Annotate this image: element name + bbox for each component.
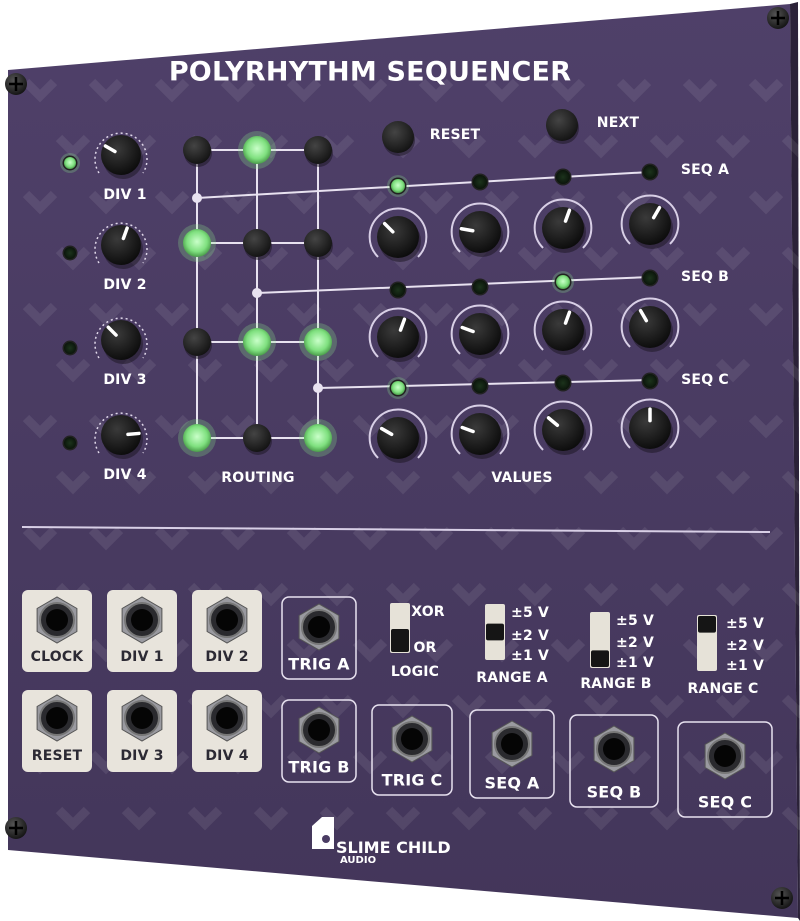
routing-button-r1-c2[interactable] bbox=[238, 131, 276, 169]
seq-1-step-1-led bbox=[387, 175, 409, 197]
seq-2-step-3-led bbox=[552, 271, 574, 293]
label-seq-b-out: SEQ B bbox=[586, 782, 642, 802]
range-c-option-2: ±2 V bbox=[726, 638, 764, 654]
range-a-option-2: ±2 V bbox=[511, 628, 549, 644]
label-seq-c-out: SEQ C bbox=[697, 792, 753, 812]
values-label: VALUES bbox=[491, 470, 553, 486]
screw-icon bbox=[5, 73, 27, 95]
range-a-label: RANGE A bbox=[476, 670, 548, 686]
div-label-2: DIV 2 bbox=[103, 277, 147, 293]
routing-button-r4-c3[interactable] bbox=[299, 419, 337, 457]
range-c-label: RANGE C bbox=[687, 681, 759, 697]
seq-1-step-3-led bbox=[554, 168, 572, 186]
logic-switch[interactable] bbox=[390, 603, 410, 653]
div-led-1 bbox=[60, 153, 80, 173]
label-div-2: DIV 2 bbox=[205, 649, 249, 665]
label-reset: RESET bbox=[31, 748, 83, 764]
label-trig-a-out: TRIG A bbox=[288, 654, 350, 674]
label-div-4: DIV 4 bbox=[205, 748, 249, 764]
seq-1-step-2-led bbox=[471, 173, 489, 191]
screw-icon bbox=[5, 817, 27, 839]
range-a-option-1: ±5 V bbox=[511, 605, 549, 621]
routing-button-r3-c3[interactable] bbox=[299, 323, 337, 361]
range-b-label: RANGE B bbox=[580, 676, 652, 692]
seq-2-label: SEQ B bbox=[680, 269, 730, 285]
range-switch-a[interactable] bbox=[485, 604, 505, 660]
seq-2-step-1-led bbox=[389, 281, 407, 299]
logic-label: LOGIC bbox=[390, 664, 440, 680]
div-label-4: DIV 4 bbox=[103, 467, 147, 483]
range-c-option-1: ±5 V bbox=[726, 616, 764, 632]
next-label: NEXT bbox=[596, 115, 640, 131]
seq-3-step-3-led bbox=[554, 374, 572, 392]
seq-2-step-2-led bbox=[471, 278, 489, 296]
range-c-option-3: ±1 V bbox=[726, 658, 764, 674]
routing-button-r4-c1[interactable] bbox=[178, 419, 216, 457]
div-led-3 bbox=[62, 340, 78, 356]
logic-option-xor: XOR bbox=[411, 604, 445, 620]
routing-button-r3-c2[interactable] bbox=[238, 323, 276, 361]
seq-3-step-1-led bbox=[387, 377, 409, 399]
label-trig-b-out: TRIG B bbox=[288, 757, 350, 777]
seq-2-step-4-led bbox=[641, 269, 659, 287]
reset-label: RESET bbox=[429, 127, 481, 143]
label-clock: CLOCK bbox=[30, 649, 84, 665]
brand-subtitle: AUDIO bbox=[340, 855, 377, 866]
seq-3-label: SEQ C bbox=[681, 372, 729, 388]
seq-3-step-4-led bbox=[641, 372, 659, 390]
label-seq-a-out: SEQ A bbox=[484, 773, 540, 793]
seq-1-label: SEQ A bbox=[680, 162, 730, 178]
routing-button-r2-c1[interactable] bbox=[178, 224, 216, 262]
label-trig-c-out: TRIG C bbox=[381, 770, 443, 790]
range-b-option-3: ±1 V bbox=[616, 655, 654, 671]
range-b-option-1: ±5 V bbox=[616, 613, 654, 629]
range-a-option-3: ±1 V bbox=[511, 648, 549, 664]
screw-icon bbox=[767, 7, 789, 29]
div-label-1: DIV 1 bbox=[103, 187, 147, 203]
seq-3-step-2-led bbox=[471, 377, 489, 395]
seq-1-step-4-led bbox=[641, 163, 659, 181]
screw-icon bbox=[771, 887, 793, 909]
div-label-3: DIV 3 bbox=[103, 372, 147, 388]
routing-label: ROUTING bbox=[221, 470, 295, 486]
range-switch-c[interactable] bbox=[697, 615, 717, 671]
logic-option-or: OR bbox=[413, 640, 437, 656]
div-led-4 bbox=[62, 435, 78, 451]
range-switch-b[interactable] bbox=[590, 612, 610, 668]
module-title: POLYRHYTHM SEQUENCER bbox=[168, 56, 572, 88]
label-div-3: DIV 3 bbox=[120, 748, 164, 764]
div-led-2 bbox=[62, 245, 78, 261]
range-b-option-2: ±2 V bbox=[616, 635, 654, 651]
label-div-1: DIV 1 bbox=[120, 649, 164, 665]
